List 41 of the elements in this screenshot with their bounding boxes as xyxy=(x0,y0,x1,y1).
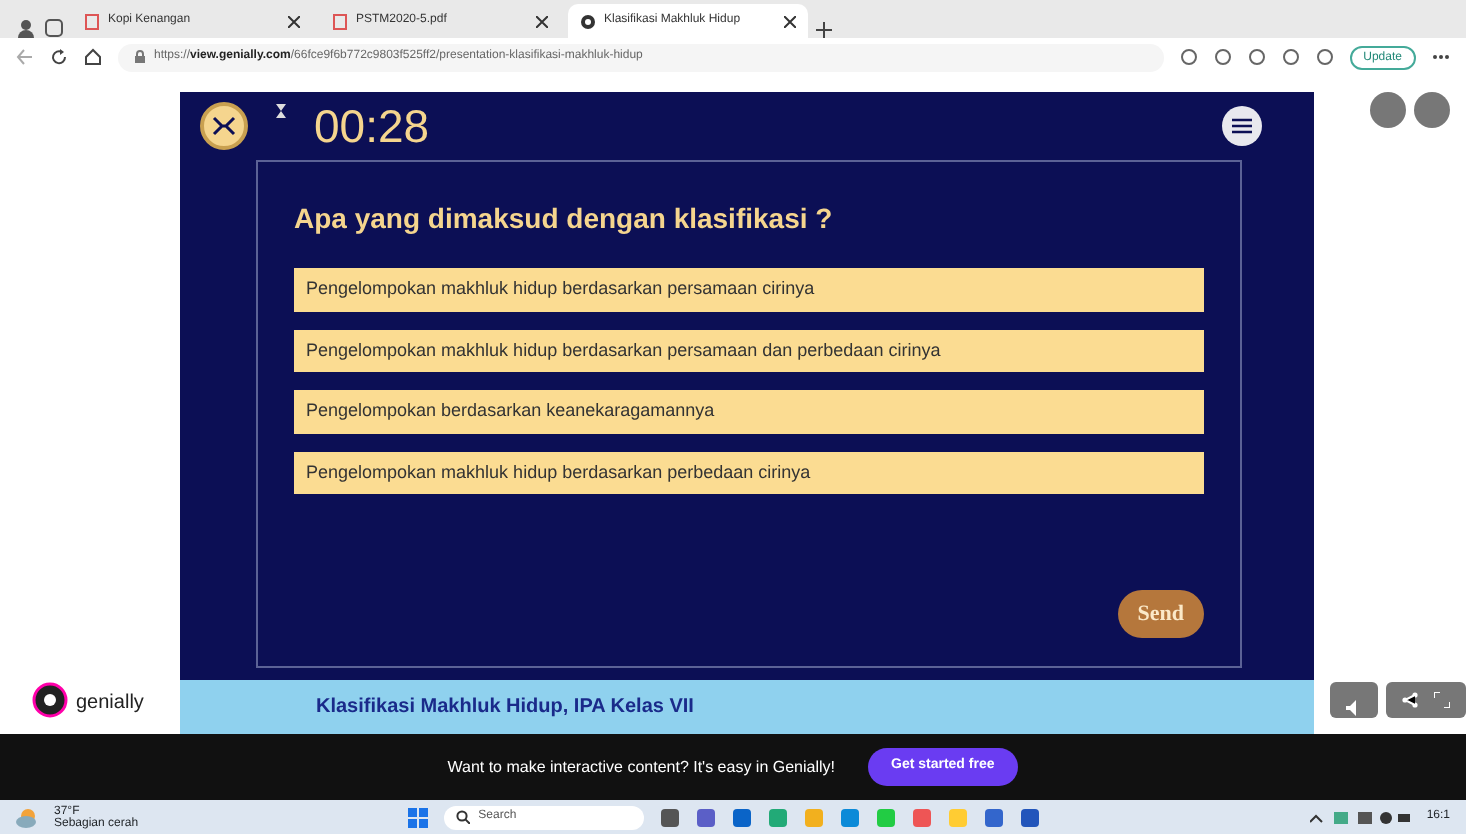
app-icon[interactable] xyxy=(696,807,717,827)
menu-icon xyxy=(1232,118,1252,134)
fullscreen-icon[interactable] xyxy=(1434,692,1450,708)
page-icon xyxy=(84,13,100,29)
menu-button[interactable] xyxy=(1222,106,1262,146)
weather-icon xyxy=(16,807,38,827)
answer-option[interactable]: Pengelompokan berdasarkan keanekaragamannya xyxy=(294,390,1204,433)
volume-button[interactable] xyxy=(1330,682,1378,718)
plus-icon[interactable] xyxy=(816,22,832,38)
page-icon xyxy=(332,13,348,29)
close-icon[interactable] xyxy=(288,15,300,27)
app-icon[interactable] xyxy=(840,807,861,827)
home-icon[interactable] xyxy=(84,48,102,66)
tabs-icon[interactable] xyxy=(44,18,64,38)
globe-icon xyxy=(580,13,596,29)
timer-text: 00:28 xyxy=(314,97,430,156)
search-icon xyxy=(456,810,471,824)
start-icon[interactable] xyxy=(408,807,429,827)
brand-name: genially xyxy=(76,690,144,718)
logo-mark-icon xyxy=(212,116,236,136)
question-text: Apa yang dimaksud dengan klasifikasi ? xyxy=(294,200,835,238)
profile-icon[interactable] xyxy=(16,18,36,38)
close-icon[interactable] xyxy=(536,15,548,27)
share-icon[interactable] xyxy=(1402,692,1418,708)
reload-icon[interactable] xyxy=(50,48,68,66)
tray-icons-drawing[interactable] xyxy=(1310,809,1411,825)
app-icon[interactable] xyxy=(660,807,681,827)
hourglass-icon xyxy=(276,104,286,118)
answer-option[interactable]: Pengelompokan makhluk hidup berdasarkan perbedaan cirinya xyxy=(294,451,1204,494)
answer-option[interactable]: Pengelompokan makhluk hidup berdasarkan persamaan dan perbedaan cirinya xyxy=(294,329,1204,372)
speaker-icon xyxy=(1346,699,1362,716)
answer-option[interactable]: Pengelompokan makhluk hidup berdasarkan persamaan cirinya xyxy=(294,268,1204,311)
genially-logo-icon xyxy=(32,682,68,718)
lock-icon xyxy=(134,50,146,64)
footer-title: Klasifikasi Makhluk Hidup, IPA Kelas VII xyxy=(316,694,694,723)
app-icon[interactable] xyxy=(732,807,753,827)
app-icon[interactable] xyxy=(1020,807,1041,827)
app-icon[interactable] xyxy=(912,807,933,827)
app-icon[interactable] xyxy=(984,807,1005,827)
close-icon[interactable] xyxy=(784,15,796,27)
banner-text: Want to make interactive content? It's easy in Genially! xyxy=(447,755,835,779)
